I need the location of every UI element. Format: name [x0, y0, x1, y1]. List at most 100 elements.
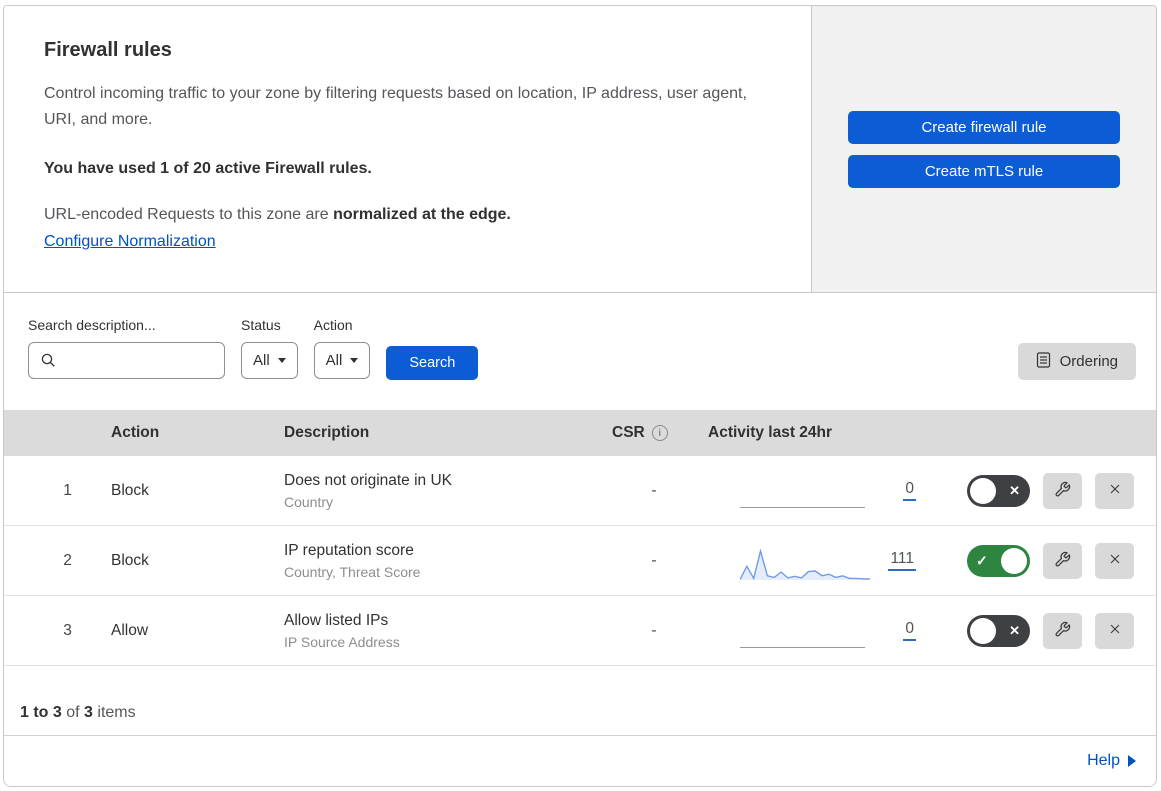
- rule-enabled-toggle[interactable]: ✓ ✕: [967, 544, 1030, 577]
- action-dropdown[interactable]: All: [313, 342, 371, 379]
- edit-rule-button[interactable]: [1043, 472, 1082, 509]
- rule-criteria: IP Source Address: [284, 633, 400, 650]
- toggle-knob: [970, 477, 996, 504]
- rule-description: Does not originate in UK: [284, 471, 453, 489]
- delete-rule-button[interactable]: [1095, 472, 1134, 509]
- actions-panel: Create firewall rule Create mTLS rule: [812, 6, 1156, 292]
- action-label: Action: [313, 317, 353, 333]
- search-button[interactable]: Search: [386, 346, 479, 380]
- x-icon: ✕: [1009, 622, 1020, 638]
- rule-description-cell: Does not originate in UK Country: [284, 472, 604, 510]
- search-group: Search description...: [28, 317, 225, 379]
- header-csr: CSR i: [604, 424, 704, 442]
- chevron-down-icon: [350, 358, 359, 363]
- rule-criteria: Country: [284, 493, 334, 510]
- triangle-right-icon: [1128, 755, 1136, 767]
- table-row: 1 Block Does not originate in UK Country…: [4, 456, 1156, 526]
- close-icon: [1107, 621, 1123, 640]
- rule-criteria: Country, Threat Score: [284, 563, 421, 580]
- status-filter-group: Status All: [241, 317, 298, 379]
- rule-priority: 1: [63, 481, 72, 499]
- search-box: [28, 342, 225, 379]
- action-dropdown-value: All: [325, 352, 343, 369]
- info-icon[interactable]: i: [651, 425, 668, 441]
- status-label: Status: [241, 317, 281, 333]
- rule-csr: -: [651, 481, 657, 499]
- rule-priority: 3: [63, 621, 72, 639]
- rule-action: Allow: [111, 621, 149, 639]
- firewall-rules-page: Firewall rules Control incoming traffic …: [3, 5, 1157, 787]
- activity-sparkline: [739, 547, 870, 583]
- rule-csr: -: [651, 621, 657, 639]
- usage-summary: You have used 1 of 20 active Firewall ru…: [44, 159, 372, 177]
- ordering-button-label: Ordering: [1059, 353, 1118, 370]
- header-text-panel: Firewall rules Control incoming traffic …: [4, 6, 812, 292]
- delete-rule-button[interactable]: [1095, 612, 1134, 649]
- search-label: Search description...: [28, 317, 156, 333]
- rule-controls: ✓ ✕: [934, 542, 1156, 579]
- ordering-button[interactable]: Ordering: [1017, 343, 1136, 380]
- rule-description-cell: IP reputation score Country, Threat Scor…: [284, 542, 604, 580]
- wrench-icon: [1054, 551, 1071, 571]
- rule-priority: 2: [63, 551, 72, 569]
- create-mtls-rule-button[interactable]: Create mTLS rule: [848, 154, 1120, 188]
- x-icon: ✕: [1009, 482, 1020, 498]
- table-row: 3 Allow Allow listed IPs IP Source Addre…: [4, 596, 1156, 666]
- status-dropdown-value: All: [253, 352, 270, 369]
- activity-sparkline: [740, 479, 870, 513]
- filter-bar: Search description... Status All Action …: [4, 293, 1156, 410]
- rule-description: IP reputation score: [284, 541, 414, 559]
- toggle-knob: [970, 617, 996, 644]
- table-header: Action Description CSR i Activity last 2…: [4, 410, 1156, 456]
- close-icon: [1107, 481, 1123, 500]
- rule-description: Allow listed IPs: [284, 611, 389, 629]
- pagination-total: 3: [84, 704, 93, 721]
- search-input[interactable]: [28, 342, 225, 379]
- header-activity: Activity last 24hr: [708, 424, 833, 441]
- rule-csr: -: [651, 551, 657, 569]
- page-title: Firewall rules: [44, 39, 172, 61]
- rule-controls: ✓ ✕: [934, 612, 1156, 649]
- table-row: 2 Block IP reputation score Country, Thr…: [4, 526, 1156, 596]
- create-firewall-rule-button[interactable]: Create firewall rule: [848, 110, 1120, 144]
- rule-action: Block: [111, 551, 149, 569]
- normalization-note-text: URL-encoded Requests to this zone are: [44, 205, 329, 223]
- activity-count-link[interactable]: 111: [888, 550, 916, 571]
- normalization-note-bold: normalized at the edge.: [333, 205, 511, 223]
- pagination-summary: 1 to 3 of 3 items: [4, 666, 1156, 736]
- rule-activity-cell: 111: [704, 526, 934, 595]
- rule-enabled-toggle[interactable]: ✓ ✕: [967, 614, 1030, 647]
- check-icon: ✓: [976, 552, 988, 568]
- help-bar: Help: [4, 736, 1156, 786]
- edit-rule-button[interactable]: [1043, 612, 1082, 649]
- help-link-label: Help: [1087, 752, 1120, 769]
- activity-sparkline: [740, 619, 870, 653]
- action-filter-group: Action All: [313, 317, 371, 379]
- header-section: Firewall rules Control incoming traffic …: [4, 6, 1156, 293]
- activity-count-link[interactable]: 0: [903, 620, 916, 641]
- pagination-range: 1 to 3: [20, 704, 62, 721]
- toggle-knob: [1001, 547, 1027, 574]
- rule-action: Block: [111, 481, 149, 499]
- pagination-text: 1 to 3 of 3 items: [20, 704, 136, 722]
- delete-rule-button[interactable]: [1095, 542, 1134, 579]
- rule-activity-cell: 0: [704, 596, 934, 665]
- wrench-icon: [1054, 621, 1071, 641]
- wrench-icon: [1054, 481, 1071, 501]
- status-dropdown[interactable]: All: [241, 342, 298, 379]
- rule-description-cell: Allow listed IPs IP Source Address: [284, 612, 604, 650]
- header-action: Action: [111, 424, 160, 441]
- header-csr-label: CSR: [612, 424, 645, 441]
- activity-count-link[interactable]: 0: [903, 480, 916, 501]
- pagination-of: of: [66, 704, 80, 721]
- normalization-note: URL-encoded Requests to this zone are no…: [44, 206, 771, 224]
- configure-normalization-link[interactable]: Configure Normalization: [44, 233, 216, 251]
- chevron-down-icon: [277, 358, 286, 363]
- edit-rule-button[interactable]: [1043, 542, 1082, 579]
- ordering-list-icon: [1036, 351, 1051, 372]
- rule-enabled-toggle[interactable]: ✓ ✕: [967, 474, 1030, 507]
- rule-controls: ✓ ✕: [934, 472, 1156, 509]
- close-icon: [1107, 551, 1123, 570]
- header-description: Description: [284, 424, 370, 441]
- help-link[interactable]: Help: [1087, 752, 1136, 770]
